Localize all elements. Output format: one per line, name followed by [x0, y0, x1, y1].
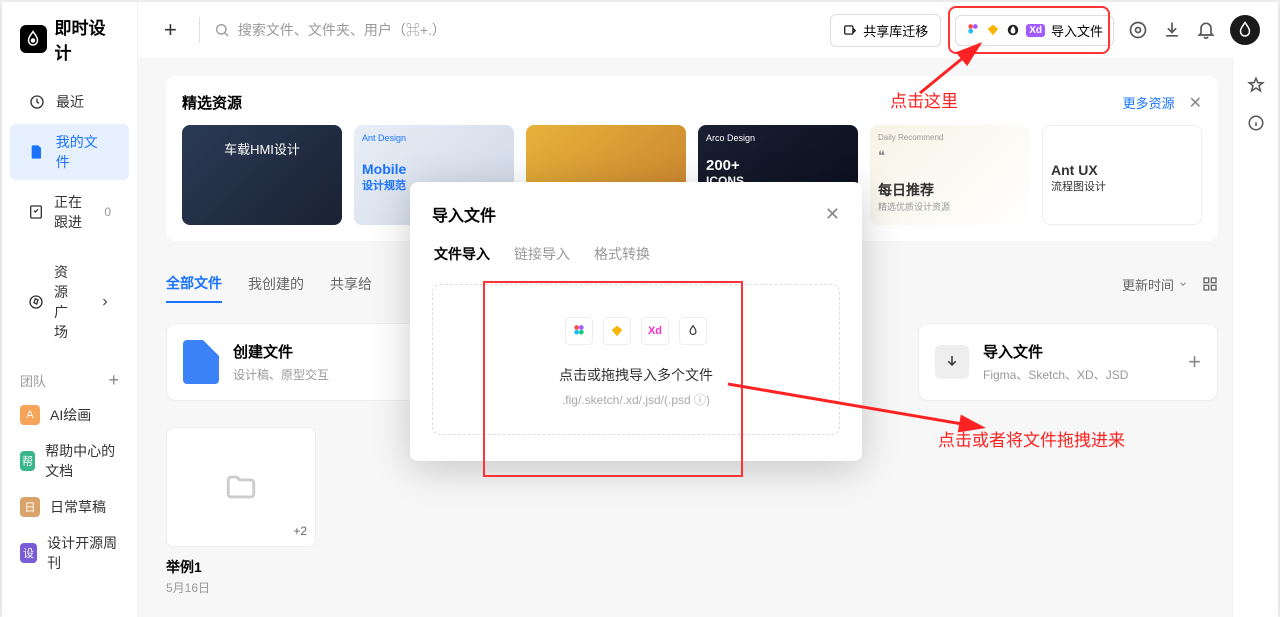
- chevron-right-icon: [99, 296, 111, 308]
- create-file-title: 创建文件: [233, 341, 329, 362]
- xd-icon: Xd: [1026, 24, 1045, 37]
- modal-tab-file[interactable]: 文件导入: [432, 240, 492, 268]
- team-header-label: 团队: [20, 371, 46, 390]
- team-badge: 帮: [20, 451, 35, 471]
- team-badge: 日: [20, 497, 40, 517]
- folder-icon: [224, 470, 258, 504]
- search-icon: [214, 22, 230, 38]
- add-team-button[interactable]: +: [108, 370, 119, 391]
- xd-chip-icon: Xd: [641, 317, 669, 345]
- share-migrate-button[interactable]: 共享库迁移: [830, 14, 941, 47]
- logo[interactable]: 即时设计: [2, 14, 137, 82]
- tab-shared[interactable]: 共享给: [330, 266, 372, 302]
- annotation-drag-here: 点击或者将文件拖拽进来: [938, 426, 1125, 451]
- add-import-button[interactable]: +: [1188, 349, 1201, 375]
- nav-my-files-label: 我的文件: [56, 132, 111, 172]
- modal-tabs: 文件导入 链接导入 格式转换: [432, 240, 840, 268]
- import-file-label: 导入文件: [1051, 21, 1103, 40]
- modal-tab-convert[interactable]: 格式转换: [592, 240, 652, 268]
- sort-select[interactable]: 更新时间: [1122, 275, 1188, 294]
- jsd-icon: [1006, 23, 1020, 37]
- team-label: AI绘画: [50, 405, 91, 425]
- close-featured-button[interactable]: ✕: [1189, 93, 1202, 113]
- download-arrow-icon: [935, 345, 969, 379]
- nav-following-label: 正在跟进: [54, 192, 84, 232]
- featured-title: 精选资源: [182, 92, 1123, 113]
- tab-mine[interactable]: 我创建的: [248, 266, 304, 302]
- import-file-button[interactable]: Xd 导入文件: [955, 15, 1114, 46]
- help-icon[interactable]: [1128, 20, 1148, 40]
- folder-count: +2: [293, 524, 307, 538]
- create-file-sub: 设计稿、原型交互: [233, 366, 329, 383]
- logo-icon: [20, 25, 47, 53]
- nav-recent-label: 最近: [56, 92, 84, 112]
- folder-thumb: +2: [166, 427, 316, 547]
- modal-tab-link[interactable]: 链接导入: [512, 240, 572, 268]
- import-card-sub: Figma、Sketch、XD、JSD: [983, 366, 1128, 383]
- dropzone-text: 点击或拖拽导入多个文件: [453, 365, 819, 385]
- divider: [199, 17, 200, 43]
- folder-date: 5月16日: [166, 579, 1218, 596]
- nav-resources[interactable]: 资源广场: [10, 254, 129, 350]
- compass-icon: [28, 293, 44, 311]
- avatar[interactable]: [1230, 15, 1260, 45]
- file-icon: [28, 143, 46, 161]
- annotation-click-here: 点击这里: [890, 87, 958, 112]
- new-button[interactable]: +: [156, 13, 185, 47]
- right-rail: [1232, 58, 1278, 617]
- team-item-2[interactable]: 日 日常草稿: [2, 489, 137, 525]
- following-count: 0: [104, 205, 111, 219]
- tab-all[interactable]: 全部文件: [166, 265, 222, 303]
- download-icon[interactable]: [1162, 20, 1182, 40]
- team-item-0[interactable]: A AI绘画: [2, 397, 137, 433]
- team-header: 团队 +: [2, 352, 137, 397]
- grid-view-icon[interactable]: [1202, 276, 1218, 292]
- figma-chip-icon: [565, 317, 593, 345]
- jsd-chip-icon: [679, 317, 707, 345]
- modal-title: 导入文件: [432, 202, 825, 226]
- search-input[interactable]: 搜索文件、文件夹、用户（⌘+.）: [214, 20, 446, 40]
- sidebar: 即时设计 最近 我的文件 正在跟进 0 资源广场 团队 + A: [2, 2, 138, 617]
- share-migrate-label: 共享库迁移: [863, 21, 928, 40]
- figma-icon: [966, 23, 980, 37]
- nav-following[interactable]: 正在跟进 0: [10, 184, 129, 240]
- migrate-icon: [843, 23, 857, 37]
- import-modal: 导入文件 ✕ 文件导入 链接导入 格式转换 Xd 点击或拖拽导入多个文件 .fi…: [410, 182, 862, 461]
- team-label: 帮助中心的文档: [45, 441, 119, 481]
- featured-card[interactable]: Ant UX流程图设计: [1042, 125, 1202, 225]
- chevron-down-icon: [1178, 279, 1188, 289]
- info-icon[interactable]: [1247, 114, 1265, 132]
- sketch-chip-icon: [603, 317, 631, 345]
- team-label: 日常草稿: [50, 497, 106, 517]
- topbar: + 搜索文件、文件夹、用户（⌘+.） 共享库迁移 Xd 导入文件: [138, 2, 1278, 58]
- team-badge: 设: [20, 543, 37, 563]
- team-label: 设计开源周刊: [47, 533, 119, 573]
- nav-my-files[interactable]: 我的文件: [10, 124, 129, 180]
- bell-icon[interactable]: [1196, 20, 1216, 40]
- more-resources-link[interactable]: 更多资源: [1123, 93, 1175, 112]
- clock-icon: [28, 93, 46, 111]
- featured-card[interactable]: 车载HMI设计: [182, 125, 342, 225]
- nav-resources-label: 资源广场: [54, 262, 79, 342]
- dropzone[interactable]: Xd 点击或拖拽导入多个文件 .fig/.sketch/.xd/.jsd/(.p…: [432, 284, 840, 435]
- import-file-card[interactable]: 导入文件 Figma、Sketch、XD、JSD +: [918, 323, 1218, 401]
- bookmark-icon: [28, 203, 44, 221]
- dropzone-formats: .fig/.sketch/.xd/.jsd/(.psd ⓘ): [453, 391, 819, 408]
- nav-recent[interactable]: 最近: [10, 84, 129, 120]
- search-placeholder: 搜索文件、文件夹、用户（⌘+.）: [238, 20, 446, 40]
- import-card-title: 导入文件: [983, 341, 1128, 362]
- file-doc-icon: [183, 340, 219, 384]
- team-item-1[interactable]: 帮 帮助中心的文档: [2, 433, 137, 489]
- featured-card[interactable]: Daily Recommend❝每日推荐精选优质设计资源: [870, 125, 1030, 225]
- folder-name: 举例1: [166, 557, 1218, 577]
- sketch-icon: [986, 23, 1000, 37]
- team-badge: A: [20, 405, 40, 425]
- logo-text: 即时设计: [55, 14, 119, 64]
- star-icon[interactable]: [1247, 76, 1265, 94]
- modal-close-button[interactable]: ✕: [825, 204, 840, 225]
- team-item-3[interactable]: 设 设计开源周刊: [2, 525, 137, 581]
